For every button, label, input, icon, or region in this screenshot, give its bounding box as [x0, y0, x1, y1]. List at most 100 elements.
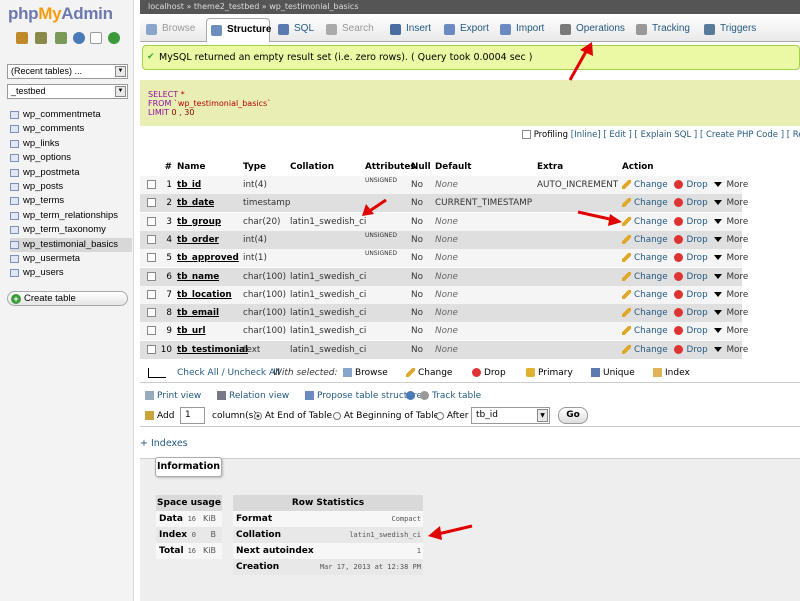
row-checkbox[interactable] [147, 271, 156, 281]
reload-navigation-icon[interactable] [108, 32, 120, 44]
bulk-unique-button[interactable]: Unique [591, 363, 635, 383]
sidebar-table-item[interactable]: wp_posts [10, 180, 132, 194]
more-button[interactable]: More [714, 345, 748, 355]
help-icon[interactable] [406, 388, 418, 404]
tab-export[interactable]: Export [440, 18, 492, 42]
table-icon[interactable] [10, 226, 19, 235]
more-button[interactable]: More [714, 198, 748, 208]
table-icon[interactable] [10, 111, 19, 119]
table-icon[interactable] [10, 125, 19, 134]
column-name-link[interactable]: tb_testimonial [177, 341, 248, 359]
header-name[interactable]: Name [177, 160, 205, 174]
row-checkbox[interactable] [147, 180, 156, 189]
change-button[interactable]: Change [622, 326, 668, 336]
print-view-link[interactable]: Print view [145, 388, 201, 404]
inline-edit-link[interactable]: [Inline] [571, 130, 601, 140]
propose-structure-link[interactable]: Propose table structure [305, 388, 422, 404]
tab-sql[interactable]: SQL [274, 18, 318, 42]
sidebar-table-item[interactable]: wp_usermeta [10, 252, 132, 266]
change-button[interactable]: Change [622, 253, 668, 263]
database-select[interactable]: _testbed ▼ [7, 84, 128, 99]
documentation-icon[interactable] [73, 32, 85, 44]
column-name-link[interactable]: tb_approved [177, 249, 239, 267]
header-type[interactable]: Type [243, 160, 266, 174]
more-button[interactable]: More [714, 235, 748, 245]
sidebar-table-item[interactable]: wp_terms [10, 194, 132, 208]
docs-icon[interactable] [90, 32, 102, 44]
column-name-link[interactable]: tb_name [177, 268, 219, 286]
tab-insert[interactable]: Insert [386, 18, 436, 42]
sidebar-table-item[interactable]: wp_term_taxonomy [10, 223, 132, 237]
row-checkbox[interactable] [147, 253, 156, 263]
drop-button[interactable]: Drop [674, 198, 708, 208]
column-name-link[interactable]: tb_url [177, 322, 206, 340]
bulk-drop-button[interactable]: Drop [472, 363, 506, 383]
row-checkbox[interactable] [147, 198, 156, 208]
drop-button[interactable]: Drop [674, 216, 708, 227]
column-name-link[interactable]: tb_date [177, 194, 214, 212]
more-button[interactable]: More [714, 272, 748, 282]
sidebar-table-item[interactable]: wp_commentmeta [10, 108, 132, 122]
row-checkbox[interactable] [147, 308, 156, 318]
more-button[interactable]: More [714, 326, 748, 336]
drop-button[interactable]: Drop [674, 234, 708, 245]
check-all-link[interactable]: Check All / Uncheck All [177, 363, 280, 383]
create-php-code-link[interactable]: [ Create PHP Code ] [700, 130, 784, 140]
tab-browse[interactable]: Browse [142, 18, 202, 42]
edit-link[interactable]: [ Edit ] [603, 130, 632, 140]
table-icon[interactable] [10, 269, 19, 278]
add-column-count-input[interactable]: 1 [180, 407, 205, 424]
after-column-select[interactable]: tb_id ▼ [471, 407, 550, 424]
sidebar-table-item[interactable]: wp_options [10, 151, 132, 165]
home-icon[interactable] [16, 32, 28, 44]
sidebar-table-item[interactable]: wp_term_relationships [10, 209, 132, 223]
at-beginning-radio-group[interactable]: At Beginning of Table [333, 405, 439, 427]
sidebar-table-item[interactable]: wp_links [10, 137, 132, 151]
bulk-primary-button[interactable]: Primary [526, 363, 573, 383]
refresh-link[interactable]: [ Refresh ] [787, 130, 800, 140]
track-table-link[interactable]: Track table [420, 388, 481, 404]
explain-sql-link[interactable]: [ Explain SQL ] [635, 130, 698, 140]
more-button[interactable]: More [714, 217, 748, 227]
change-button[interactable]: Change [622, 289, 668, 300]
sidebar-table-item[interactable]: wp_testimonial_basics [10, 237, 132, 252]
column-name-link[interactable]: tb_group [177, 213, 221, 231]
create-table-button[interactable]: + Create table [7, 291, 128, 306]
tab-structure[interactable]: Structure [206, 18, 271, 42]
phpmyadmin-logo[interactable]: phpMyAdmin [8, 4, 113, 24]
after-radio[interactable] [436, 411, 444, 420]
header-attributes[interactable]: Attributes [365, 160, 416, 174]
column-name-link[interactable]: tb_email [177, 304, 219, 322]
header-collation[interactable]: Collation [290, 160, 334, 174]
after-radio-group[interactable]: After [436, 405, 469, 427]
go-button[interactable]: Go [558, 407, 588, 424]
row-checkbox[interactable] [147, 234, 156, 244]
drop-button[interactable]: Drop [674, 308, 708, 318]
change-button[interactable]: Change [622, 180, 668, 190]
drop-button[interactable]: Drop [674, 180, 708, 190]
bulk-index-button[interactable]: Index [653, 363, 690, 383]
drop-button[interactable]: Drop [674, 289, 708, 300]
sidebar-table-item[interactable]: wp_postmeta [10, 166, 132, 180]
row-checkbox[interactable] [147, 326, 156, 336]
more-button[interactable]: More [714, 180, 748, 190]
logout-icon[interactable] [35, 32, 47, 44]
at-beginning-radio[interactable] [333, 411, 341, 420]
table-icon[interactable] [10, 168, 19, 177]
change-button[interactable]: Change [622, 216, 668, 227]
at-end-radio[interactable] [254, 411, 262, 420]
table-icon[interactable] [10, 255, 19, 263]
drop-button[interactable]: Drop [674, 344, 708, 355]
table-icon[interactable] [10, 183, 19, 191]
change-button[interactable]: Change [622, 198, 668, 208]
recent-tables-select[interactable]: (Recent tables) ... ▼ [7, 64, 128, 79]
table-icon[interactable] [10, 240, 19, 249]
drop-button[interactable]: Drop [674, 253, 708, 263]
change-button[interactable]: Change [622, 344, 668, 355]
more-button[interactable]: More [714, 290, 748, 300]
drop-button[interactable]: Drop [674, 326, 708, 336]
tab-tracking[interactable]: Tracking [632, 18, 696, 42]
column-name-link[interactable]: tb_id [177, 176, 201, 194]
relation-view-link[interactable]: Relation view [217, 388, 289, 404]
sql-query-window-icon[interactable] [55, 32, 67, 44]
